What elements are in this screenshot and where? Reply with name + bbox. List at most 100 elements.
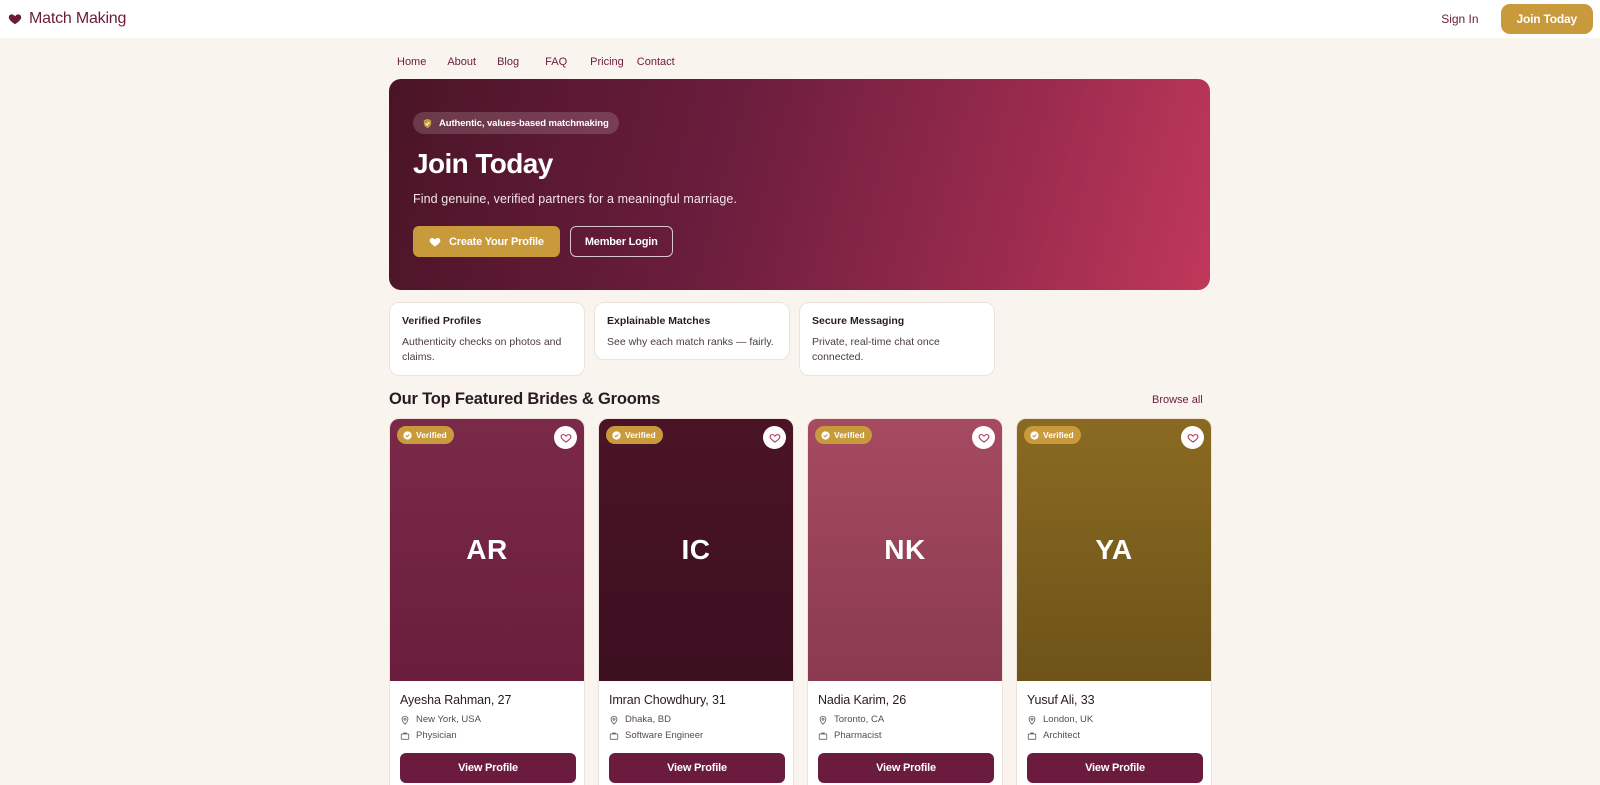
briefcase-icon [400, 732, 410, 740]
check-circle-icon [403, 430, 412, 440]
hero-badge-text: Authentic, values-based matchmaking [439, 117, 609, 129]
profile-photo[interactable]: Verified NK [808, 419, 1002, 681]
profile-name: Imran Chowdhury, 31 [609, 693, 726, 707]
hero-title: Join Today [413, 148, 553, 179]
sign-in-link[interactable]: Sign In [1441, 12, 1478, 26]
profile-location: London, UK [1027, 714, 1201, 725]
profile-name: Yusuf Ali, 33 [1027, 693, 1095, 707]
feature-desc: Authenticity checks on photos and claims… [402, 336, 562, 363]
profile-photo[interactable]: Verified YA [1017, 419, 1211, 681]
profile-cards: Verified AR Ayesha Rahman, 27 New York, … [389, 418, 1212, 785]
profile-location: Toronto, CA [818, 714, 992, 725]
verified-badge: Verified [606, 426, 663, 444]
main-nav: Home About Blog FAQ Pricing Contact [397, 55, 696, 69]
profile-name: Nadia Karim, 26 [818, 693, 907, 707]
hero-actions: Create Your Profile Member Login [413, 226, 673, 257]
profile-card: Verified IC Imran Chowdhury, 31 Dhaka, B… [598, 418, 794, 785]
check-circle-icon [821, 430, 830, 440]
feature-desc: Private, real-time chat once connected. [812, 336, 940, 363]
profile-card: Verified NK Nadia Karim, 26 Toronto, CA … [807, 418, 1003, 785]
verified-label: Verified [1043, 430, 1074, 440]
profile-name: Ayesha Rahman, 27 [400, 693, 512, 707]
favorite-button[interactable] [972, 426, 995, 449]
feature-title: Verified Profiles [402, 315, 482, 327]
profile-info: Imran Chowdhury, 31 Dhaka, BD Software E… [599, 681, 793, 783]
nav-about[interactable]: About [447, 55, 476, 69]
profile-card: Verified AR Ayesha Rahman, 27 New York, … [389, 418, 585, 785]
top-actions: Sign In Join Today [1441, 4, 1593, 34]
nav-contact[interactable]: Contact [637, 55, 675, 69]
location-text: London, UK [1043, 714, 1094, 725]
feature-title: Explainable Matches [607, 315, 711, 327]
favorite-button[interactable] [554, 426, 577, 449]
profile-initials: AR [466, 534, 508, 565]
view-profile-button[interactable]: View Profile [609, 753, 785, 783]
verified-badge: Verified [1024, 426, 1081, 444]
profile-photo[interactable]: Verified AR [390, 419, 584, 681]
join-today-button[interactable]: Join Today [1500, 4, 1593, 34]
profile-job: Physician [400, 730, 574, 741]
map-pin-icon [610, 715, 618, 725]
heart-icon [429, 237, 441, 246]
brand-logo[interactable]: Match Making [8, 10, 126, 28]
favorite-button[interactable] [763, 426, 786, 449]
job-text: Pharmacist [834, 730, 882, 741]
profile-location: Dhaka, BD [609, 714, 783, 725]
hero-badge: Authentic, values-based matchmaking [413, 112, 619, 134]
profile-job: Architect [1027, 730, 1201, 741]
view-profile-button[interactable]: View Profile [818, 753, 994, 783]
map-pin-icon [1028, 715, 1036, 725]
feature-card: Explainable Matches See why each match r… [594, 302, 790, 360]
profile-job: Pharmacist [818, 730, 992, 741]
favorite-button[interactable] [1181, 426, 1204, 449]
heart-outline-icon [978, 433, 989, 443]
hero-subtitle: Find genuine, verified partners for a me… [413, 192, 738, 206]
verified-badge: Verified [397, 426, 454, 444]
verified-badge: Verified [815, 426, 872, 444]
brand-name: Match Making [29, 10, 127, 27]
job-text: Software Engineer [625, 730, 704, 741]
browse-all-link[interactable]: Browse all [1152, 394, 1203, 406]
nav-pricing[interactable]: Pricing [590, 55, 624, 69]
briefcase-icon [818, 732, 828, 740]
nav-faq[interactable]: FAQ [545, 55, 567, 69]
feature-card: Verified Profiles Authenticity checks on… [389, 302, 585, 376]
view-profile-button[interactable]: View Profile [1027, 753, 1203, 783]
member-login-button[interactable]: Member Login [569, 226, 673, 257]
profile-card: Verified YA Yusuf Ali, 33 London, UK Arc… [1016, 418, 1212, 785]
feature-desc: See why each match ranks — fairly. [607, 336, 774, 348]
location-text: Toronto, CA [834, 714, 885, 725]
job-text: Architect [1043, 730, 1080, 741]
profile-initials: IC [681, 534, 711, 565]
top-bar: Match Making Sign In Join Today [0, 0, 1600, 38]
feature-title: Secure Messaging [812, 315, 905, 327]
verified-label: Verified [416, 430, 447, 440]
heart-outline-icon [1187, 433, 1198, 443]
briefcase-icon [609, 732, 619, 740]
feature-card: Secure Messaging Private, real-time chat… [799, 302, 995, 376]
nav-home[interactable]: Home [397, 55, 426, 69]
location-text: Dhaka, BD [625, 714, 671, 725]
profile-job: Software Engineer [609, 730, 783, 741]
check-circle-icon [1030, 430, 1039, 440]
heart-outline-icon [560, 433, 571, 443]
section-title: Our Top Featured Brides & Grooms [389, 390, 661, 408]
profile-photo[interactable]: Verified IC [599, 419, 793, 681]
verified-label: Verified [834, 430, 865, 440]
check-circle-icon [612, 430, 621, 440]
profile-info: Yusuf Ali, 33 London, UK Architect View … [1017, 681, 1211, 783]
heart-outline-icon [769, 433, 780, 443]
location-text: New York, USA [416, 714, 481, 725]
view-profile-button[interactable]: View Profile [400, 753, 576, 783]
hero-banner: Authentic, values-based matchmaking Join… [389, 79, 1210, 290]
nav-blog[interactable]: Blog [497, 55, 519, 69]
briefcase-icon [1027, 732, 1037, 740]
shield-check-icon [423, 118, 432, 128]
feature-list: Verified Profiles Authenticity checks on… [389, 302, 995, 376]
verified-label: Verified [625, 430, 656, 440]
profile-location: New York, USA [400, 714, 574, 725]
create-profile-label: Create Your Profile [449, 235, 544, 248]
create-profile-button[interactable]: Create Your Profile [413, 226, 560, 257]
map-pin-icon [819, 715, 827, 725]
heart-icon [8, 14, 22, 25]
